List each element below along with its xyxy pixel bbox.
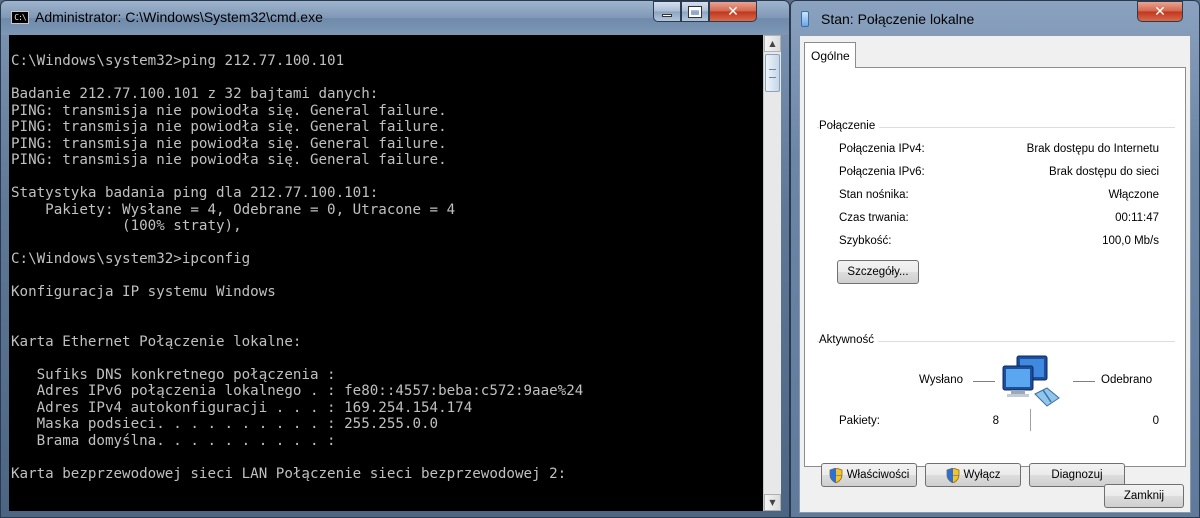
scroll-down-icon: ▼ xyxy=(769,498,776,507)
dialog-caption-buttons: ✕ xyxy=(1137,1,1183,23)
uac-shield-icon xyxy=(829,467,843,483)
row-value: 100,0 Mb/s xyxy=(1102,235,1159,247)
row-value: Włączone xyxy=(1108,189,1160,201)
dialog-close-button[interactable]: ✕ xyxy=(1137,1,1183,22)
network-adapter-icon xyxy=(801,11,809,27)
packets-label: Pakiety: xyxy=(839,415,880,427)
network-computers-icon xyxy=(1001,354,1067,410)
scroll-thumb[interactable] xyxy=(765,54,780,92)
console-scrollbar[interactable]: ▲ ▼ xyxy=(763,35,781,511)
row-label: Stan nośnika: xyxy=(839,189,909,201)
row-label: Połączenia IPv6: xyxy=(839,166,925,178)
console-output[interactable]: C:\Windows\system32>ping 212.77.100.101 … xyxy=(9,35,763,511)
row-value: Brak dostępu do Internetu xyxy=(1026,143,1159,155)
row-label: Szybkość: xyxy=(839,235,892,247)
console-text: C:\Windows\system32>ping 212.77.100.101 … xyxy=(11,53,584,482)
disable-button-label: Wyłącz xyxy=(963,469,1001,481)
packets-received-value: 0 xyxy=(1152,415,1159,427)
details-button[interactable]: Szczegóły... xyxy=(837,260,919,284)
close-button[interactable]: ✕ xyxy=(709,1,757,22)
dialog-title: Stan: Połączenie lokalne xyxy=(821,11,975,27)
cmd-title: Administrator: C:\Windows\System32\cmd.e… xyxy=(35,9,323,25)
cmd-window: C:\ Administrator: C:\Windows\System32\c… xyxy=(0,0,790,518)
scroll-down-button[interactable]: ▼ xyxy=(764,494,781,511)
row-label: Czas trwania: xyxy=(839,212,909,224)
dialog-body: Ogólne Połączenie Połączenia IPv4: Brak … xyxy=(799,35,1191,513)
sent-line xyxy=(973,381,995,382)
packets-divider xyxy=(1030,409,1031,431)
row-label: Połączenia IPv4: xyxy=(839,143,925,155)
minimize-icon xyxy=(662,14,672,17)
uac-shield-icon xyxy=(946,467,960,483)
info-row-ipv4: Połączenia IPv4: Brak dostępu do Interne… xyxy=(839,143,1159,159)
row-value: Brak dostępu do sieci xyxy=(1049,166,1159,178)
properties-button-label: Właściwości xyxy=(846,469,910,481)
scroll-up-icon: ▲ xyxy=(769,39,776,48)
cmd-caption-buttons: ✕ xyxy=(653,1,757,23)
close-dialog-button[interactable]: Zamknij xyxy=(1104,484,1184,508)
maximize-icon xyxy=(688,5,702,18)
received-label: Odebrano xyxy=(1101,374,1153,386)
minimize-button[interactable] xyxy=(653,1,681,22)
properties-button[interactable]: Właściwości xyxy=(821,463,917,487)
connection-group-label: Połączenie xyxy=(819,120,880,132)
scroll-up-button[interactable]: ▲ xyxy=(764,35,781,52)
tab-page-general: Połączenie Połączenia IPv4: Brak dostępu… xyxy=(804,67,1186,487)
info-row-duration: Czas trwania: 00:11:47 xyxy=(839,212,1159,228)
row-value: 00:11:47 xyxy=(1115,212,1159,224)
info-row-media-state: Stan nośnika: Włączone xyxy=(839,189,1159,205)
info-row-speed: Szybkość: 100,0 Mb/s xyxy=(839,235,1159,251)
disable-button[interactable]: Wyłącz xyxy=(925,463,1021,487)
status-dialog: Stan: Połączenie lokalne ✕ Ogólne Połącz… xyxy=(790,0,1200,518)
activity-group-label: Aktywność xyxy=(819,334,878,346)
info-row-ipv6: Połączenia IPv6: Brak dostępu do sieci xyxy=(839,166,1159,182)
received-line xyxy=(1073,381,1095,382)
dialog-titlebar[interactable]: Stan: Połączenie lokalne ✕ xyxy=(791,1,1199,35)
maximize-button[interactable] xyxy=(681,1,709,22)
tab-general[interactable]: Ogólne xyxy=(804,42,856,68)
sent-label: Wysłano xyxy=(919,374,963,386)
close-icon: ✕ xyxy=(727,3,739,20)
packets-sent-value: 8 xyxy=(992,415,999,427)
close-icon: ✕ xyxy=(1154,3,1166,20)
cmd-titlebar[interactable]: C:\ Administrator: C:\Windows\System32\c… xyxy=(1,1,789,35)
cmd-app-icon[interactable]: C:\ xyxy=(11,11,29,24)
